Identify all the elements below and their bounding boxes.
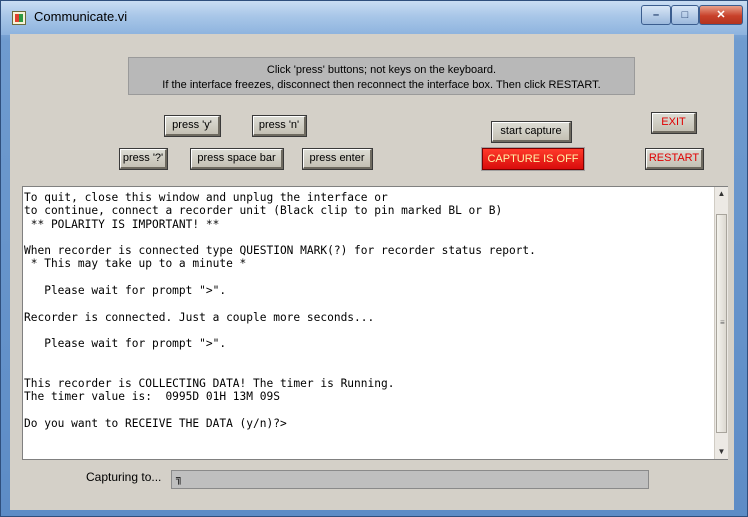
console-line: Please wait for prompt ">". bbox=[24, 284, 227, 298]
console-line: This recorder is COLLECTING DATA! The ti… bbox=[24, 377, 395, 391]
scroll-down-arrow-icon[interactable]: ▼ bbox=[715, 445, 728, 459]
console-line: * This may take up to a minute * bbox=[24, 257, 247, 271]
exit-button[interactable]: EXIT bbox=[651, 112, 697, 134]
labview-vi-icon bbox=[12, 11, 26, 25]
press-space-bar-button[interactable]: press space bar bbox=[190, 148, 284, 170]
start-capture-button[interactable]: start capture bbox=[491, 121, 572, 143]
banner-line-1: Click 'press' buttons; not keys on the k… bbox=[266, 64, 497, 76]
close-icon[interactable]: ✕ bbox=[699, 5, 743, 25]
title-bar[interactable]: Communicate.vi – □ ✕ bbox=[1, 1, 747, 35]
press-y-button[interactable]: press 'y' bbox=[164, 115, 221, 137]
console-line: To quit, close this window and unplug th… bbox=[24, 191, 388, 204]
console-line: The timer value is: 0995D 01H 13M 09S bbox=[24, 390, 280, 404]
app-window: Communicate.vi – □ ✕ Click 'press' butto… bbox=[0, 0, 748, 517]
console-vertical-scrollbar[interactable]: ▲ ≡ ▼ bbox=[714, 187, 728, 459]
press-question-button[interactable]: press '?' bbox=[119, 148, 168, 170]
scroll-grip-icon: ≡ bbox=[720, 318, 725, 327]
scroll-thumb[interactable]: ≡ bbox=[716, 214, 727, 433]
restart-button[interactable]: RESTART bbox=[645, 148, 704, 170]
press-n-button[interactable]: press 'n' bbox=[252, 115, 307, 137]
path-cursor-icon: ╗ bbox=[176, 472, 183, 485]
console-line: to continue, connect a recorder unit (Bl… bbox=[24, 204, 503, 218]
console-output-text: To quit, close this window and unplug th… bbox=[24, 191, 714, 459]
maximize-icon[interactable]: □ bbox=[671, 5, 699, 25]
console-line: ** POLARITY IS IMPORTANT! ** bbox=[24, 217, 220, 231]
capture-file-label: Capturing to... bbox=[86, 470, 162, 484]
console-line: When recorder is connected type QUESTION… bbox=[24, 244, 536, 258]
minimize-icon[interactable]: – bbox=[641, 5, 671, 25]
press-enter-button[interactable]: press enter bbox=[302, 148, 373, 170]
capture-status-indicator: CAPTURE IS OFF bbox=[481, 147, 585, 171]
scroll-up-arrow-icon[interactable]: ▲ bbox=[715, 187, 728, 201]
console-line: Do you want to RECEIVE THE DATA (y/n)?> bbox=[24, 417, 287, 431]
instruction-banner: Click 'press' buttons; not keys on the k… bbox=[128, 57, 635, 95]
vi-front-panel: Click 'press' buttons; not keys on the k… bbox=[10, 34, 734, 510]
console-line: Recorder is connected. Just a couple mor… bbox=[24, 310, 375, 324]
console-line: Please wait for prompt ">". bbox=[24, 337, 227, 351]
banner-line-2: If the interface freezes, disconnect the… bbox=[162, 79, 601, 91]
window-title: Communicate.vi bbox=[34, 9, 128, 24]
capture-file-path-field[interactable]: ╗ bbox=[171, 470, 649, 489]
